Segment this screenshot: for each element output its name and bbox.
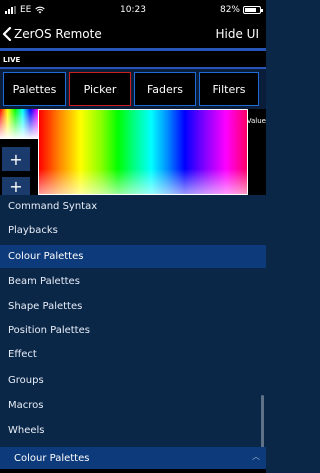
menu-item-colour-palettes[interactable]: Colour Palettes — [0, 245, 266, 268]
menu-item-shape-palettes[interactable]: Shape Palettes — [0, 295, 266, 318]
battery-percent: 82% — [219, 5, 240, 15]
tab-faders[interactable]: Faders — [134, 72, 196, 106]
menu-item-macros[interactable]: Macros — [0, 394, 266, 417]
menu-item-groups[interactable]: Groups — [0, 369, 266, 392]
status-right: 82% — [219, 5, 263, 15]
menu-item-position-palettes[interactable]: Position Palettes — [0, 319, 266, 342]
tab-palettes[interactable]: Palettes — [3, 72, 66, 106]
menu-item-wheels[interactable]: Wheels — [0, 419, 266, 442]
tab-picker[interactable]: Picker — [69, 72, 131, 106]
battery-icon — [243, 6, 263, 14]
menu-item-effect[interactable]: Effect — [0, 343, 266, 366]
menu-item-command-syntax[interactable]: Command Syntax — [0, 195, 266, 218]
colour-picker-area: Value + + — [0, 109, 266, 196]
add-button[interactable]: + — [2, 177, 30, 196]
tab-filters[interactable]: Filters — [199, 72, 259, 106]
value-label: Value — [246, 117, 266, 125]
back-button[interactable]: ZerOS Remote — [2, 23, 102, 45]
colour-swatch[interactable] — [0, 109, 38, 139]
chevron-left-icon — [2, 27, 12, 41]
window-menu-list: Command Syntax Playbacks Colour Palettes… — [0, 195, 266, 455]
bottom-edge — [0, 469, 266, 473]
menu-item-playbacks[interactable]: Playbacks — [0, 219, 266, 242]
add-button[interactable]: + — [2, 147, 30, 171]
nav-bar: ZerOS Remote Hide UI — [0, 20, 266, 48]
live-label: LIVE — [3, 56, 21, 64]
back-label: ZerOS Remote — [14, 27, 102, 41]
window-selector[interactable]: Colour Palettes ︿ — [0, 447, 266, 469]
status-bar: EE 10:23 82% — [0, 0, 266, 20]
colour-spectrum[interactable] — [38, 109, 248, 195]
window-selector-value: Colour Palettes — [14, 452, 90, 464]
live-bar: LIVE — [0, 51, 266, 69]
tab-row: Palettes Picker Faders Filters — [0, 69, 266, 109]
menu-item-beam-palettes[interactable]: Beam Palettes — [0, 270, 266, 293]
hide-ui-button[interactable]: Hide UI — [216, 27, 260, 41]
chevron-up-icon: ︿ — [252, 452, 260, 461]
scrollbar[interactable] — [261, 395, 264, 455]
